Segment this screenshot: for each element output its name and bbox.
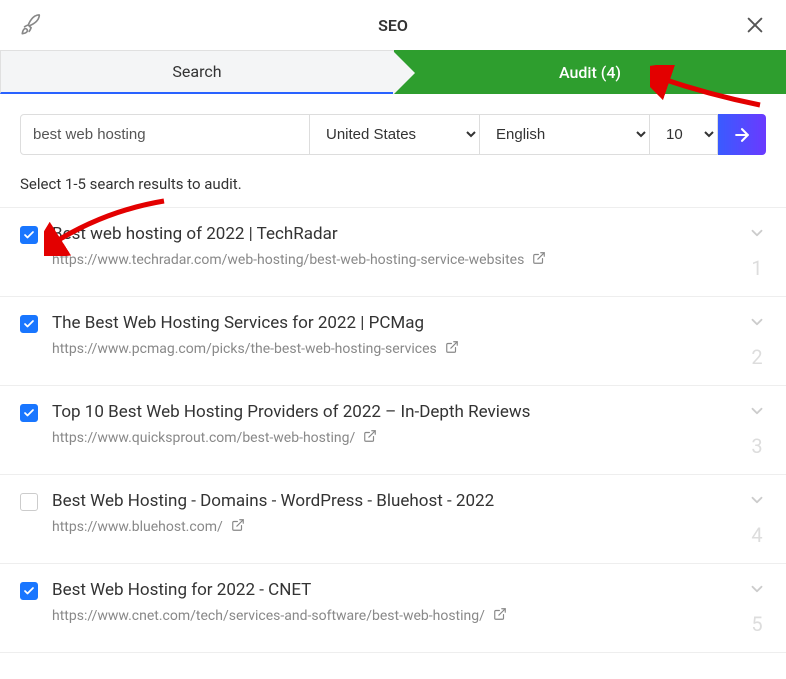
chevron-down-icon[interactable] [748,491,766,513]
result-title: Best Web Hosting - Domains - WordPress -… [52,491,738,511]
instruction-text: Select 1-5 search results to audit. [0,175,786,207]
country-select[interactable]: United States [310,114,480,155]
result-url: https://www.bluehost.com/ [52,519,223,535]
result-url: https://www.cnet.com/tech/services-and-s… [52,608,485,624]
header: SEO [0,0,786,50]
result-rank: 3 [751,434,762,458]
result-row: Best Web Hosting for 2022 - CNET https:/… [0,564,786,653]
result-checkbox[interactable] [20,582,38,600]
external-link-icon[interactable] [363,428,377,447]
chevron-down-icon[interactable] [748,402,766,424]
chevron-down-icon[interactable] [748,580,766,602]
result-url: https://www.techradar.com/web-hosting/be… [52,252,524,268]
result-row: Best Web Hosting - Domains - WordPress -… [0,475,786,564]
external-link-icon[interactable] [445,339,459,358]
result-title: Best Web Hosting for 2022 - CNET [52,580,738,600]
tab-search[interactable]: Search [0,50,394,94]
count-select[interactable]: 10 [650,114,718,155]
chevron-down-icon[interactable] [748,313,766,335]
language-select[interactable]: English [480,114,650,155]
submit-button[interactable] [718,114,766,155]
search-input[interactable] [20,114,310,155]
result-checkbox[interactable] [20,315,38,333]
external-link-icon[interactable] [493,606,507,625]
result-rank: 5 [751,612,762,636]
tabs: Search Audit (4) [0,50,786,94]
result-checkbox[interactable] [20,226,38,244]
result-checkbox[interactable] [20,493,38,511]
chevron-down-icon[interactable] [748,224,766,246]
external-link-icon[interactable] [231,517,245,536]
results-list: Best web hosting of 2022 | TechRadar htt… [0,207,786,653]
result-url: https://www.quicksprout.com/best-web-hos… [52,430,355,446]
external-link-icon[interactable] [532,250,546,269]
result-url: https://www.pcmag.com/picks/the-best-web… [52,341,437,357]
result-row: The Best Web Hosting Services for 2022 |… [0,297,786,386]
result-title: Best web hosting of 2022 | TechRadar [52,224,738,244]
controls-row: United States English 10 [0,94,786,175]
close-icon[interactable] [744,14,766,40]
result-rank: 2 [751,345,762,369]
tab-search-label: Search [172,62,221,81]
result-title: Top 10 Best Web Hosting Providers of 202… [52,402,738,422]
rocket-icon [20,14,42,40]
page-title: SEO [378,16,408,35]
result-row: Best web hosting of 2022 | TechRadar htt… [0,208,786,297]
tab-audit[interactable]: Audit (4) [394,50,786,94]
result-rank: 4 [751,523,762,547]
tab-audit-label: Audit (4) [559,63,621,82]
result-title: The Best Web Hosting Services for 2022 |… [52,313,738,333]
arrow-right-icon [732,125,752,145]
result-checkbox[interactable] [20,404,38,422]
result-row: Top 10 Best Web Hosting Providers of 202… [0,386,786,475]
result-rank: 1 [751,256,762,280]
